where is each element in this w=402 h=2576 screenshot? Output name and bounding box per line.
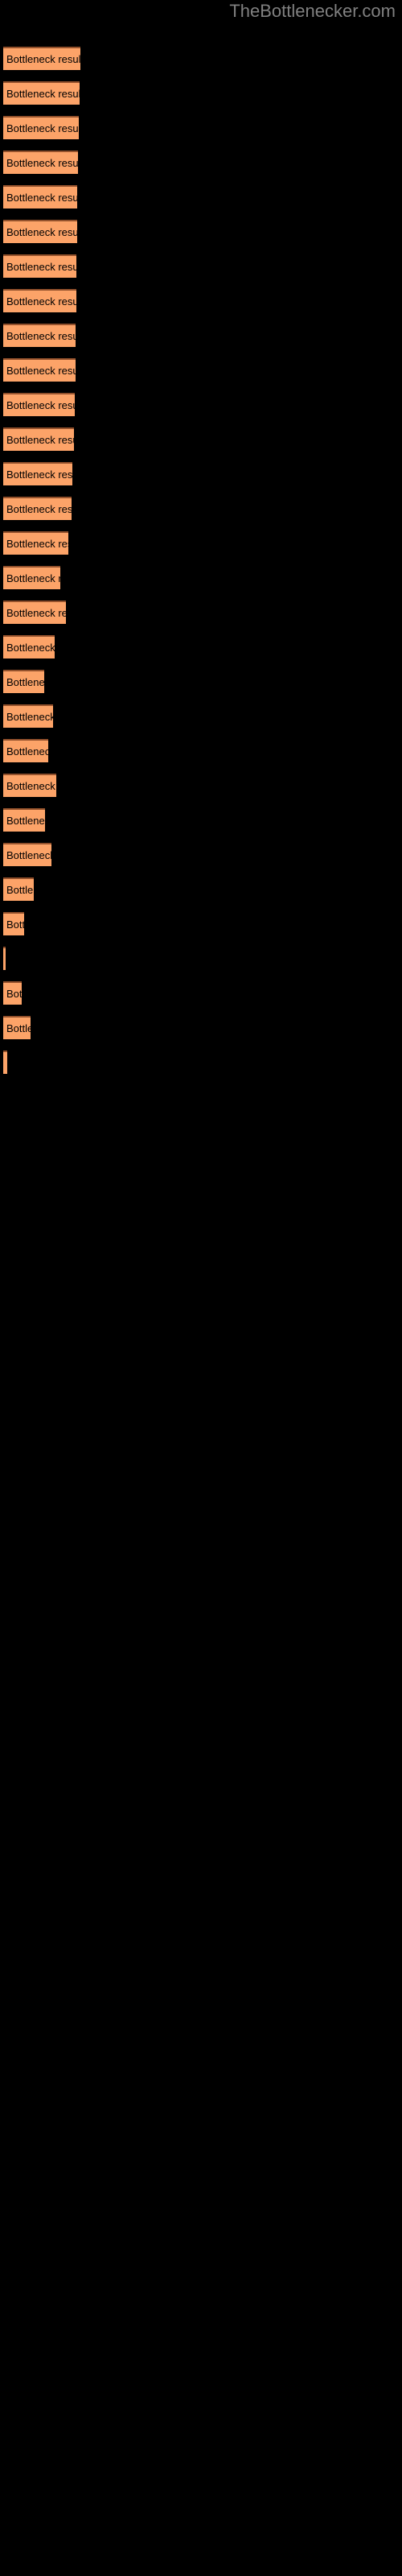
bar-row[interactable]: Bottleneck result [3, 670, 44, 693]
bar-row[interactable]: Bottleneck result [3, 877, 34, 901]
bar[interactable]: Bottleneck result [3, 151, 78, 174]
bar-row[interactable]: Bottleneck result [3, 912, 24, 935]
bar-label: Bottleneck result [6, 1022, 31, 1034]
bar-row[interactable]: Bottleneck result [3, 289, 76, 312]
bar-label: Bottleneck result [6, 330, 76, 342]
bar-label: Bottleneck result [6, 88, 80, 100]
bar[interactable]: Bottleneck result [3, 289, 76, 312]
bar[interactable]: Bottleneck result [3, 116, 79, 139]
bar-row[interactable]: Bottleneck result [3, 947, 6, 970]
bar[interactable]: Bottleneck result [3, 704, 53, 728]
bar-label: Bottleneck result [6, 815, 45, 827]
bar[interactable]: Bottleneck result [3, 635, 55, 658]
bar-row[interactable]: Bottleneck result [3, 981, 22, 1005]
bar-row[interactable]: Bottleneck result [3, 462, 72, 485]
bar-label: Bottleneck result [6, 399, 75, 411]
bar[interactable]: Bottleneck result [3, 774, 56, 797]
bar[interactable]: Bottleneck result [3, 912, 24, 935]
bar-row[interactable]: Bottleneck result [3, 1051, 7, 1074]
bottleneck-bar-chart: Bottleneck result Bottleneck result Bottle… [0, 0, 402, 2576]
bar-row[interactable]: Bottleneck result [3, 254, 76, 278]
bar-label: Bottleneck result [6, 642, 55, 654]
bar-label: Bottleneck result [6, 1052, 7, 1074]
bar-label: Bottleneck result [6, 745, 48, 758]
bar-row[interactable]: Bottleneck result [3, 47, 80, 70]
bar-label: Bottleneck result [6, 780, 56, 792]
bar-label: Bottleneck result [6, 988, 22, 1000]
bar[interactable]: Bottleneck result [3, 254, 76, 278]
bar-label: Bottleneck result [6, 572, 60, 584]
bar-label: Bottleneck result [6, 295, 76, 308]
bar[interactable]: Bottleneck result [3, 1016, 31, 1039]
bar[interactable]: Bottleneck result [3, 393, 75, 416]
bar-row[interactable]: Bottleneck result [3, 324, 76, 347]
bar[interactable]: Bottleneck result [3, 462, 72, 485]
bar-row[interactable]: Bottleneck result [3, 531, 68, 555]
bar[interactable]: Bottleneck result [3, 947, 6, 970]
bar-label: Bottleneck result [6, 711, 53, 723]
bar-row[interactable]: Bottleneck result [3, 116, 79, 139]
bar-label: Bottleneck result [6, 122, 79, 134]
bar[interactable]: Bottleneck result [3, 877, 34, 901]
bar[interactable]: Bottleneck result [3, 843, 51, 866]
bar[interactable]: Bottleneck result [3, 47, 80, 70]
bar-label: Bottleneck result [6, 53, 80, 65]
bar-row[interactable]: Bottleneck result [3, 220, 77, 243]
bar-label: Bottleneck result [6, 157, 78, 169]
bar[interactable]: Bottleneck result [3, 220, 77, 243]
bar-row[interactable]: Bottleneck result [3, 808, 45, 832]
bar-row[interactable]: Bottleneck result [3, 774, 56, 797]
bar-label: Bottleneck result [6, 676, 44, 688]
bar-row[interactable]: Bottleneck result [3, 704, 53, 728]
bar-label: Bottleneck result [6, 919, 24, 931]
bar-row[interactable]: Bottleneck result [3, 427, 74, 451]
bar-row[interactable]: Bottleneck result [3, 635, 55, 658]
bar-label: Bottleneck result [6, 538, 68, 550]
bar[interactable]: Bottleneck result [3, 601, 66, 624]
bar-label: Bottleneck result [6, 884, 34, 896]
bar-label: Bottleneck result [6, 261, 76, 273]
bar-row[interactable]: Bottleneck result [3, 566, 60, 589]
bar[interactable]: Bottleneck result [3, 324, 76, 347]
bar-label: Bottleneck result [6, 607, 66, 619]
bar-label: Bottleneck result [6, 226, 77, 238]
bar-row[interactable]: Bottleneck result [3, 185, 77, 208]
bar-row[interactable]: Bottleneck result [3, 358, 76, 382]
bar-label: Bottleneck result [6, 469, 72, 481]
bar[interactable]: Bottleneck result [3, 427, 74, 451]
bar[interactable]: Bottleneck result [3, 670, 44, 693]
bar[interactable]: Bottleneck result [3, 566, 60, 589]
bar-row[interactable]: Bottleneck result [3, 739, 48, 762]
bar-label: Bottleneck result [6, 365, 76, 377]
bar-label: Bottleneck result [6, 503, 72, 515]
bar-label: Bottleneck result [6, 192, 77, 204]
bar-row[interactable]: Bottleneck result [3, 497, 72, 520]
bar-label: Bottleneck result [6, 849, 51, 861]
bar[interactable]: Bottleneck result [3, 808, 45, 832]
bar[interactable]: Bottleneck result [3, 1051, 7, 1074]
bar-label: Bottleneck result [6, 434, 74, 446]
bar[interactable]: Bottleneck result [3, 739, 48, 762]
bar[interactable]: Bottleneck result [3, 358, 76, 382]
bar[interactable]: Bottleneck result [3, 185, 77, 208]
bar[interactable]: Bottleneck result [3, 531, 68, 555]
bar[interactable]: Bottleneck result [3, 497, 72, 520]
bar-row[interactable]: Bottleneck result [3, 81, 80, 105]
bar[interactable]: Bottleneck result [3, 81, 80, 105]
bar-row[interactable]: Bottleneck result [3, 601, 66, 624]
bar-row[interactable]: Bottleneck result [3, 393, 75, 416]
bar-row[interactable]: Bottleneck result [3, 151, 78, 174]
bar[interactable]: Bottleneck result [3, 981, 22, 1005]
bar-row[interactable]: Bottleneck result [3, 1016, 31, 1039]
bar-row[interactable]: Bottleneck result [3, 843, 51, 866]
